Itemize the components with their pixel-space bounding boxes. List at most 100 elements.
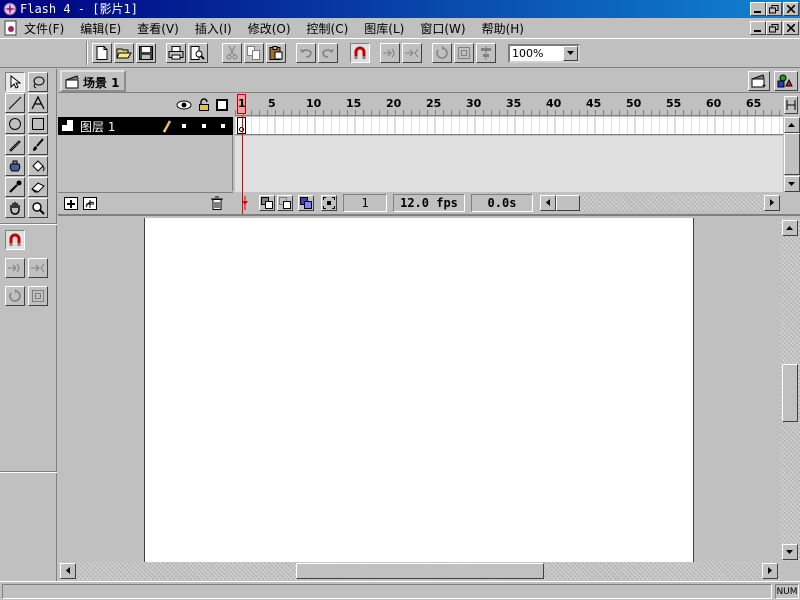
outline-dot[interactable] — [221, 124, 225, 128]
edit-symbol-icon[interactable] — [774, 71, 798, 91]
eraser-tool-icon[interactable] — [28, 177, 48, 197]
oval-tool-icon[interactable] — [5, 114, 25, 134]
minimize-button[interactable] — [750, 2, 766, 16]
outline-icon[interactable] — [216, 99, 228, 111]
save-icon[interactable] — [136, 43, 156, 63]
scroll-down-icon[interactable] — [782, 544, 798, 560]
menu-library[interactable]: 图库(L) — [362, 20, 406, 37]
doc-minimize-button[interactable] — [750, 21, 766, 35]
frame-number: 30 — [466, 97, 482, 110]
new-file-icon[interactable] — [92, 43, 112, 63]
onion-markers-icon[interactable] — [321, 195, 337, 211]
timeline-hscroll[interactable] — [540, 195, 780, 211]
hand-tool-icon[interactable] — [5, 198, 25, 218]
restore-button[interactable] — [766, 2, 782, 16]
drawing-toolbox — [0, 69, 57, 600]
trash-icon[interactable] — [211, 196, 223, 210]
scroll-thumb[interactable] — [296, 563, 544, 579]
zoom-select[interactable]: 100% — [508, 44, 580, 63]
scroll-right-icon[interactable] — [764, 195, 780, 211]
frame-ruler[interactable]: 1 5 10 15 20 25 30 35 40 45 50 55 60 65 — [235, 94, 783, 116]
rectangle-tool-icon[interactable] — [28, 114, 48, 134]
scroll-up-icon[interactable] — [784, 117, 800, 133]
frame-view-options-icon[interactable] — [784, 96, 798, 114]
onion-skin-icon[interactable] — [259, 195, 275, 211]
arrow-tool-icon[interactable] — [5, 72, 25, 92]
stage-hscroll[interactable] — [58, 562, 780, 580]
center-frame-icon[interactable] — [238, 195, 252, 211]
copy-icon[interactable] — [244, 43, 264, 63]
ink-bottle-tool-icon[interactable] — [5, 156, 25, 176]
scroll-thumb[interactable] — [556, 195, 580, 211]
paint-bucket-tool-icon[interactable] — [28, 156, 48, 176]
scene-tab[interactable]: 场景 1 — [60, 70, 126, 92]
title-bar: Flash 4 - [影片1] — [0, 0, 800, 18]
stage-vscroll[interactable] — [780, 218, 800, 562]
magnifier-tool-icon[interactable] — [28, 198, 48, 218]
timeline-vscroll[interactable] — [784, 117, 800, 192]
stage-canvas[interactable] — [144, 218, 694, 562]
scale-icon[interactable] — [454, 43, 474, 63]
scroll-down-icon[interactable] — [784, 176, 800, 192]
edit-scene-icon[interactable] — [748, 71, 770, 91]
timeline-status-bar: 1 12.0 fps 0.0s — [235, 192, 800, 214]
smooth-icon[interactable] — [380, 43, 400, 63]
lasso-tool-icon[interactable] — [28, 72, 48, 92]
onion-outline-icon[interactable] — [277, 195, 293, 211]
close-button[interactable] — [783, 2, 799, 16]
doc-close-button[interactable] — [783, 21, 799, 35]
menu-window[interactable]: 窗口(W) — [418, 20, 467, 37]
chevron-down-icon[interactable] — [563, 46, 578, 61]
scene-bar: 场景 1 — [58, 69, 800, 93]
add-layer-icon[interactable] — [64, 197, 78, 210]
dropper-tool-icon[interactable] — [5, 177, 25, 197]
visibility-dot[interactable] — [182, 124, 186, 128]
add-guide-layer-icon[interactable] — [83, 197, 97, 210]
eye-icon[interactable] — [176, 99, 192, 111]
layer-name: 图层 1 — [80, 120, 116, 134]
doc-restore-button[interactable] — [766, 21, 782, 35]
print-preview-icon[interactable] — [188, 43, 208, 63]
scale-modifier-icon[interactable] — [28, 286, 48, 306]
rotate-modifier-icon[interactable] — [5, 286, 25, 306]
menu-modify[interactable]: 修改(O) — [246, 20, 293, 37]
cut-icon[interactable] — [222, 43, 242, 63]
lock-dot[interactable] — [202, 124, 206, 128]
menu-control[interactable]: 控制(C) — [305, 20, 351, 37]
window-title: Flash 4 - [影片1] — [20, 2, 138, 16]
lock-icon[interactable] — [198, 98, 210, 112]
snap-modifier-icon[interactable] — [5, 230, 25, 250]
scroll-right-icon[interactable] — [762, 563, 778, 579]
rotate-icon[interactable] — [432, 43, 452, 63]
open-folder-icon[interactable] — [114, 43, 134, 63]
frame-number: 50 — [626, 97, 642, 110]
current-frame-display: 1 — [343, 194, 387, 212]
snap-magnet-icon[interactable] — [350, 43, 370, 63]
scroll-thumb[interactable] — [782, 364, 798, 422]
redo-icon[interactable] — [318, 43, 338, 63]
menu-edit[interactable]: 编辑(E) — [78, 20, 123, 37]
menu-insert[interactable]: 插入(I) — [193, 20, 234, 37]
paste-icon[interactable] — [266, 43, 286, 63]
scroll-thumb[interactable] — [784, 133, 800, 175]
undo-icon[interactable] — [296, 43, 316, 63]
print-icon[interactable] — [166, 43, 186, 63]
straighten-modifier-icon[interactable] — [28, 258, 48, 278]
menu-file[interactable]: 文件(F) — [22, 20, 66, 37]
menu-view[interactable]: 查看(V) — [135, 20, 181, 37]
menu-help[interactable]: 帮助(H) — [480, 20, 526, 37]
edit-multiple-frames-icon[interactable] — [298, 195, 314, 211]
scroll-up-icon[interactable] — [782, 220, 798, 236]
layer-row[interactable]: 图层 1 — [58, 117, 233, 135]
frame-number: 35 — [506, 97, 522, 110]
line-tool-icon[interactable] — [5, 93, 25, 113]
pencil-tool-icon[interactable] — [5, 135, 25, 155]
scroll-left-icon[interactable] — [540, 195, 556, 211]
brush-tool-icon[interactable] — [28, 135, 48, 155]
text-tool-icon[interactable] — [28, 93, 48, 113]
align-icon[interactable] — [476, 43, 496, 63]
scroll-left-icon[interactable] — [60, 563, 76, 579]
frame-cells[interactable] — [235, 117, 783, 135]
straighten-icon[interactable] — [402, 43, 422, 63]
smooth-modifier-icon[interactable] — [5, 258, 25, 278]
